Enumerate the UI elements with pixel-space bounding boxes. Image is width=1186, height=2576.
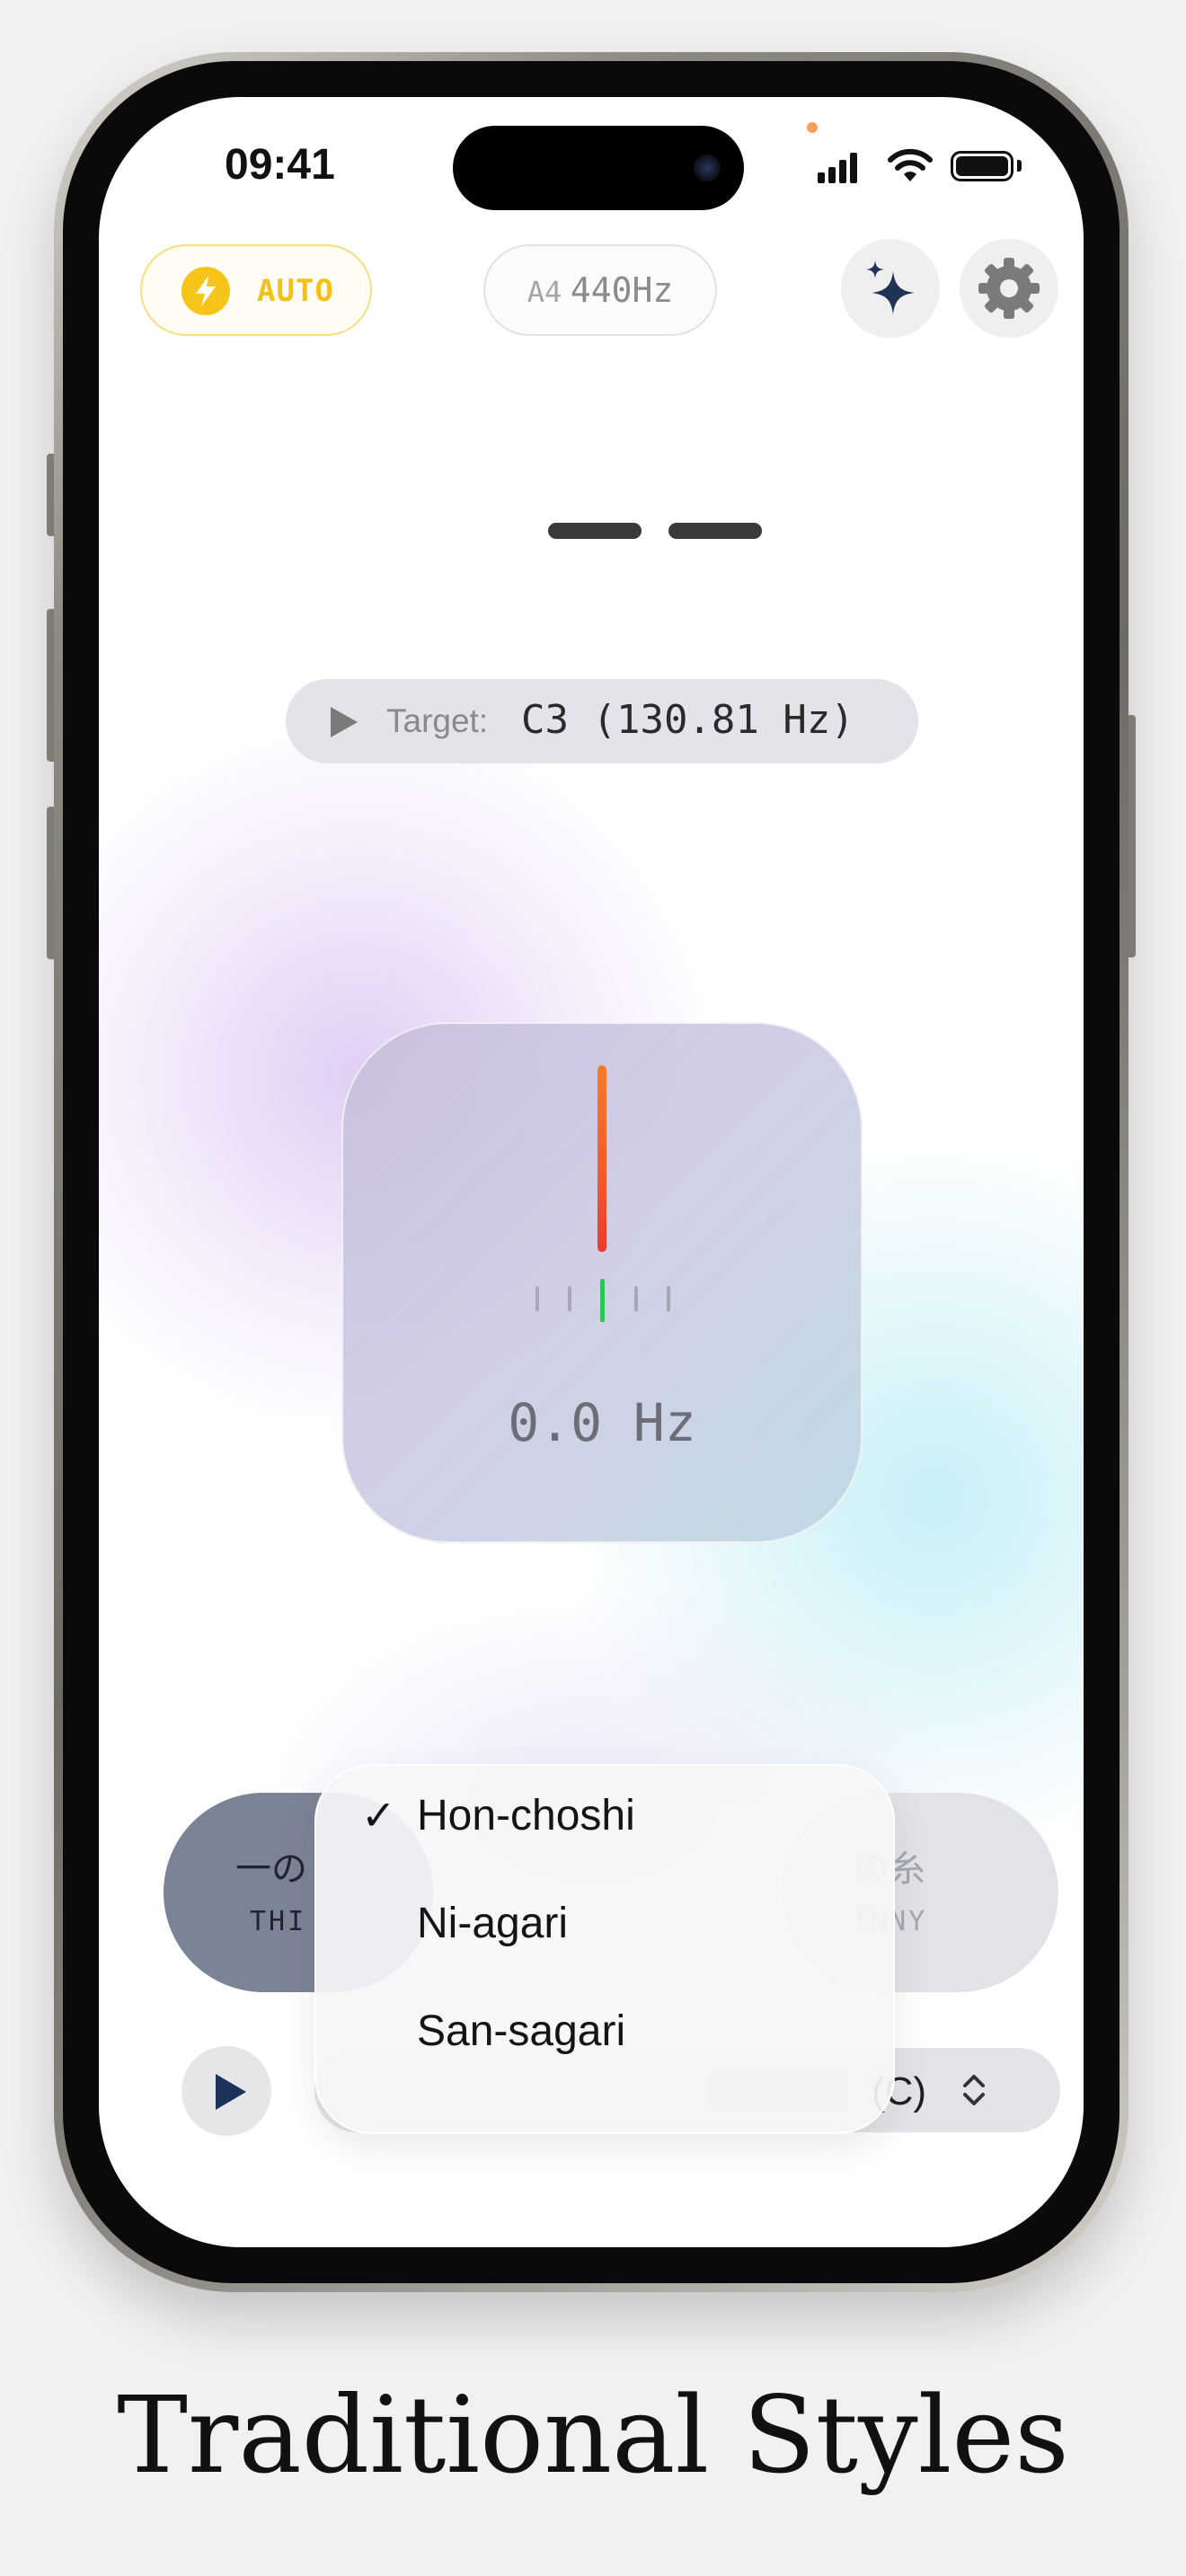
string-thick-en-label: THI — [250, 1906, 307, 1937]
cellular-signal-bar — [828, 167, 836, 183]
menu-item-san-sagari[interactable]: San-sagari — [316, 1981, 893, 2089]
target-value: C3 (130.81 Hz) — [521, 697, 854, 743]
note-placeholder-dash — [548, 523, 642, 539]
reference-frequency-label: 440Hz — [570, 270, 674, 310]
meter-tick — [535, 1286, 539, 1311]
play-icon — [216, 2074, 246, 2110]
tuner-meter-card: 0.0 Hz — [341, 1022, 863, 1543]
meter-tick — [667, 1286, 670, 1311]
play-icon — [331, 707, 358, 737]
cellular-signal-icon — [818, 172, 825, 183]
wifi-icon — [888, 148, 933, 181]
phone-bezel: 09:41 AUTO A4 440Hz Target: C3 (130.81 H… — [63, 61, 1120, 2283]
battery-tip — [1017, 160, 1022, 172]
target-note-button[interactable]: Target: C3 (130.81 Hz) — [286, 679, 918, 763]
sparkles-icon — [866, 260, 915, 314]
dynamic-island — [453, 126, 744, 210]
app-screen: 09:41 AUTO A4 440Hz Target: C3 (130.81 H… — [99, 97, 1084, 2247]
battery-icon — [951, 151, 1013, 181]
phone-frame: 09:41 AUTO A4 440Hz Target: C3 (130.81 H… — [54, 52, 1128, 2292]
lightning-bolt-icon — [181, 267, 230, 315]
cellular-signal-bar — [850, 153, 857, 183]
sparkles-button[interactable] — [841, 239, 940, 338]
string-thick-jp-label: 一の — [235, 1848, 307, 1890]
reference-note-label: A4 — [527, 275, 562, 309]
auto-mode-button[interactable]: AUTO — [140, 244, 372, 336]
meter-tick — [634, 1286, 638, 1311]
gear-icon — [978, 258, 1040, 319]
marketing-caption: Traditional Styles — [117, 2373, 1069, 2497]
privacy-indicator-dot — [807, 122, 818, 133]
play-reference-button[interactable] — [181, 2046, 271, 2136]
status-time: 09:41 — [225, 141, 335, 189]
meter-tick — [568, 1286, 571, 1311]
tuning-needle — [597, 1065, 606, 1252]
frequency-readout: 0.0 Hz — [508, 1392, 696, 1453]
menu-item-hon-choshi[interactable]: ✓ Hon-choshi — [316, 1766, 893, 1874]
meter-center-tick — [600, 1279, 605, 1322]
auto-mode-label: AUTO — [257, 273, 334, 309]
checkmark-icon: ✓ — [361, 1791, 396, 1839]
menu-item-ni-agari[interactable]: Ni-agari — [316, 1874, 893, 1981]
status-icons — [818, 147, 1024, 183]
reference-pitch-button[interactable]: A4 440Hz — [483, 244, 717, 336]
chevron-up-down-icon — [963, 2075, 985, 2105]
bolt-glyph — [196, 276, 216, 306]
menu-item-label: Ni-agari — [417, 1900, 569, 1947]
tuning-dropdown-menu: ✓ Hon-choshi Ni-agari San-sagari — [314, 1764, 895, 2134]
settings-button[interactable] — [960, 239, 1058, 338]
menu-item-label: San-sagari — [417, 2007, 626, 2055]
menu-item-label: Hon-choshi — [417, 1792, 635, 1839]
note-placeholder-dash — [668, 523, 762, 539]
camera-icon — [694, 154, 721, 181]
cellular-signal-bar — [839, 160, 846, 183]
target-label: Target: — [386, 702, 489, 739]
